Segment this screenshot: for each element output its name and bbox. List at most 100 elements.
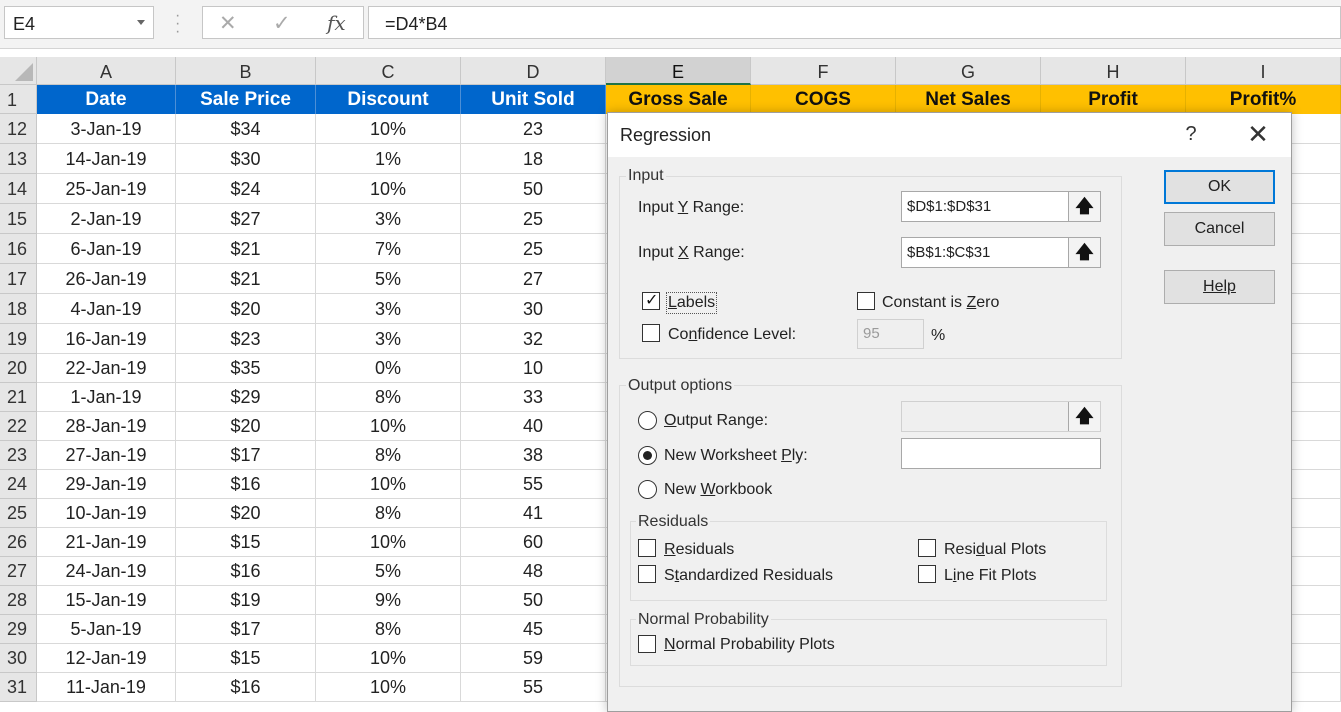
table-cell[interactable]: $27 [176,204,316,234]
table-cell[interactable]: 5-Jan-19 [37,615,176,644]
table-cell[interactable]: $20 [176,412,316,441]
table-cell[interactable]: 9% [316,586,461,615]
table-cell[interactable]: 18 [461,144,606,174]
table-cell[interactable]: 4-Jan-19 [37,294,176,324]
table-cell[interactable]: 33 [461,383,606,412]
table-cell[interactable]: 59 [461,644,606,673]
input-y-range-field[interactable]: $D$1:$D$31 🡅 [901,191,1101,222]
range-picker-icon[interactable]: 🡅 [1068,192,1100,221]
table-cell[interactable]: 25 [461,234,606,264]
column-header-f[interactable]: F [751,57,896,85]
table-cell[interactable]: $17 [176,441,316,470]
table-cell[interactable]: 14-Jan-19 [37,144,176,174]
table-cell[interactable]: $20 [176,294,316,324]
table-cell[interactable]: 29-Jan-19 [37,470,176,499]
row-header[interactable]: 24 [0,470,37,499]
header-cell-sale-price[interactable]: Sale Price [176,85,316,114]
row-header[interactable]: 18 [0,294,37,324]
table-cell[interactable]: 11-Jan-19 [37,673,176,702]
header-cell-profit[interactable]: Profit [1041,85,1186,114]
table-cell[interactable]: 6-Jan-19 [37,234,176,264]
column-header-g[interactable]: G [896,57,1041,85]
normal-probability-plots-checkbox[interactable] [638,635,656,653]
output-range-radio[interactable] [638,411,657,430]
row-header[interactable]: 20 [0,354,37,383]
table-cell[interactable]: 40 [461,412,606,441]
table-cell[interactable]: 2-Jan-19 [37,204,176,234]
row-header[interactable]: 17 [0,264,37,294]
table-cell[interactable]: 10 [461,354,606,383]
table-cell[interactable]: 41 [461,499,606,528]
column-header-d[interactable]: D [461,57,606,85]
row-header[interactable]: 26 [0,528,37,557]
header-cell-profit[interactable]: Profit% [1186,85,1341,114]
table-cell[interactable]: 22-Jan-19 [37,354,176,383]
table-cell[interactable]: 21-Jan-19 [37,528,176,557]
table-cell[interactable]: $15 [176,644,316,673]
table-cell[interactable]: 28-Jan-19 [37,412,176,441]
new-worksheet-ply-radio[interactable] [638,446,657,465]
table-cell[interactable]: 8% [316,441,461,470]
header-cell-discount[interactable]: Discount [316,85,461,114]
close-icon[interactable]: ✕ [1244,119,1272,150]
column-header-e[interactable]: E [606,57,751,85]
table-cell[interactable]: 38 [461,441,606,470]
table-cell[interactable]: $15 [176,528,316,557]
table-cell[interactable]: 5% [316,557,461,586]
help-button[interactable]: Help [1164,270,1275,304]
residuals-checkbox[interactable] [638,539,656,557]
row-header[interactable]: 30 [0,644,37,673]
row-header[interactable]: 27 [0,557,37,586]
table-cell[interactable]: 1-Jan-19 [37,383,176,412]
table-cell[interactable]: 8% [316,383,461,412]
line-fit-plots-checkbox[interactable] [918,565,936,583]
table-cell[interactable]: $35 [176,354,316,383]
table-cell[interactable]: $16 [176,673,316,702]
table-cell[interactable]: $19 [176,586,316,615]
table-cell[interactable]: $29 [176,383,316,412]
row-header[interactable]: 21 [0,383,37,412]
table-cell[interactable]: 27-Jan-19 [37,441,176,470]
table-cell[interactable]: 3-Jan-19 [37,114,176,144]
row-header[interactable]: 28 [0,586,37,615]
table-cell[interactable]: $23 [176,324,316,354]
constant-is-zero-checkbox[interactable] [857,292,875,310]
table-cell[interactable]: 5% [316,264,461,294]
table-cell[interactable]: $30 [176,144,316,174]
range-picker-icon[interactable]: 🡅 [1068,238,1100,267]
output-range-field[interactable]: 🡅 [901,401,1101,432]
residual-plots-checkbox[interactable] [918,539,936,557]
table-cell[interactable]: 7% [316,234,461,264]
table-cell[interactable]: 0% [316,354,461,383]
row-header[interactable]: 22 [0,412,37,441]
row-header[interactable]: 31 [0,673,37,702]
table-cell[interactable]: 24-Jan-19 [37,557,176,586]
table-cell[interactable]: 10% [316,470,461,499]
table-cell[interactable]: 32 [461,324,606,354]
header-cell-cogs[interactable]: COGS [751,85,896,114]
table-cell[interactable]: 10-Jan-19 [37,499,176,528]
confidence-level-checkbox[interactable] [642,324,660,342]
labels-checkbox[interactable]: ✓ [642,292,660,310]
table-cell[interactable]: 1% [316,144,461,174]
table-cell[interactable]: 3% [316,204,461,234]
row-header[interactable]: 29 [0,615,37,644]
row-header[interactable]: 19 [0,324,37,354]
table-cell[interactable]: $17 [176,615,316,644]
table-cell[interactable]: 55 [461,673,606,702]
header-cell-date[interactable]: Date [37,85,176,114]
table-cell[interactable]: $20 [176,499,316,528]
name-box[interactable]: E4 [4,6,154,39]
table-cell[interactable]: 23 [461,114,606,144]
table-cell[interactable]: $21 [176,264,316,294]
table-cell[interactable]: $24 [176,174,316,204]
row-header-1[interactable]: 1 [0,85,37,114]
row-header[interactable]: 16 [0,234,37,264]
cancel-icon[interactable]: ✕ [219,11,237,36]
header-cell-net-sales[interactable]: Net Sales [896,85,1041,114]
input-x-range-field[interactable]: $B$1:$C$31 🡅 [901,237,1101,268]
table-cell[interactable]: 60 [461,528,606,557]
table-cell[interactable]: 10% [316,528,461,557]
table-cell[interactable]: 27 [461,264,606,294]
row-header[interactable]: 14 [0,174,37,204]
